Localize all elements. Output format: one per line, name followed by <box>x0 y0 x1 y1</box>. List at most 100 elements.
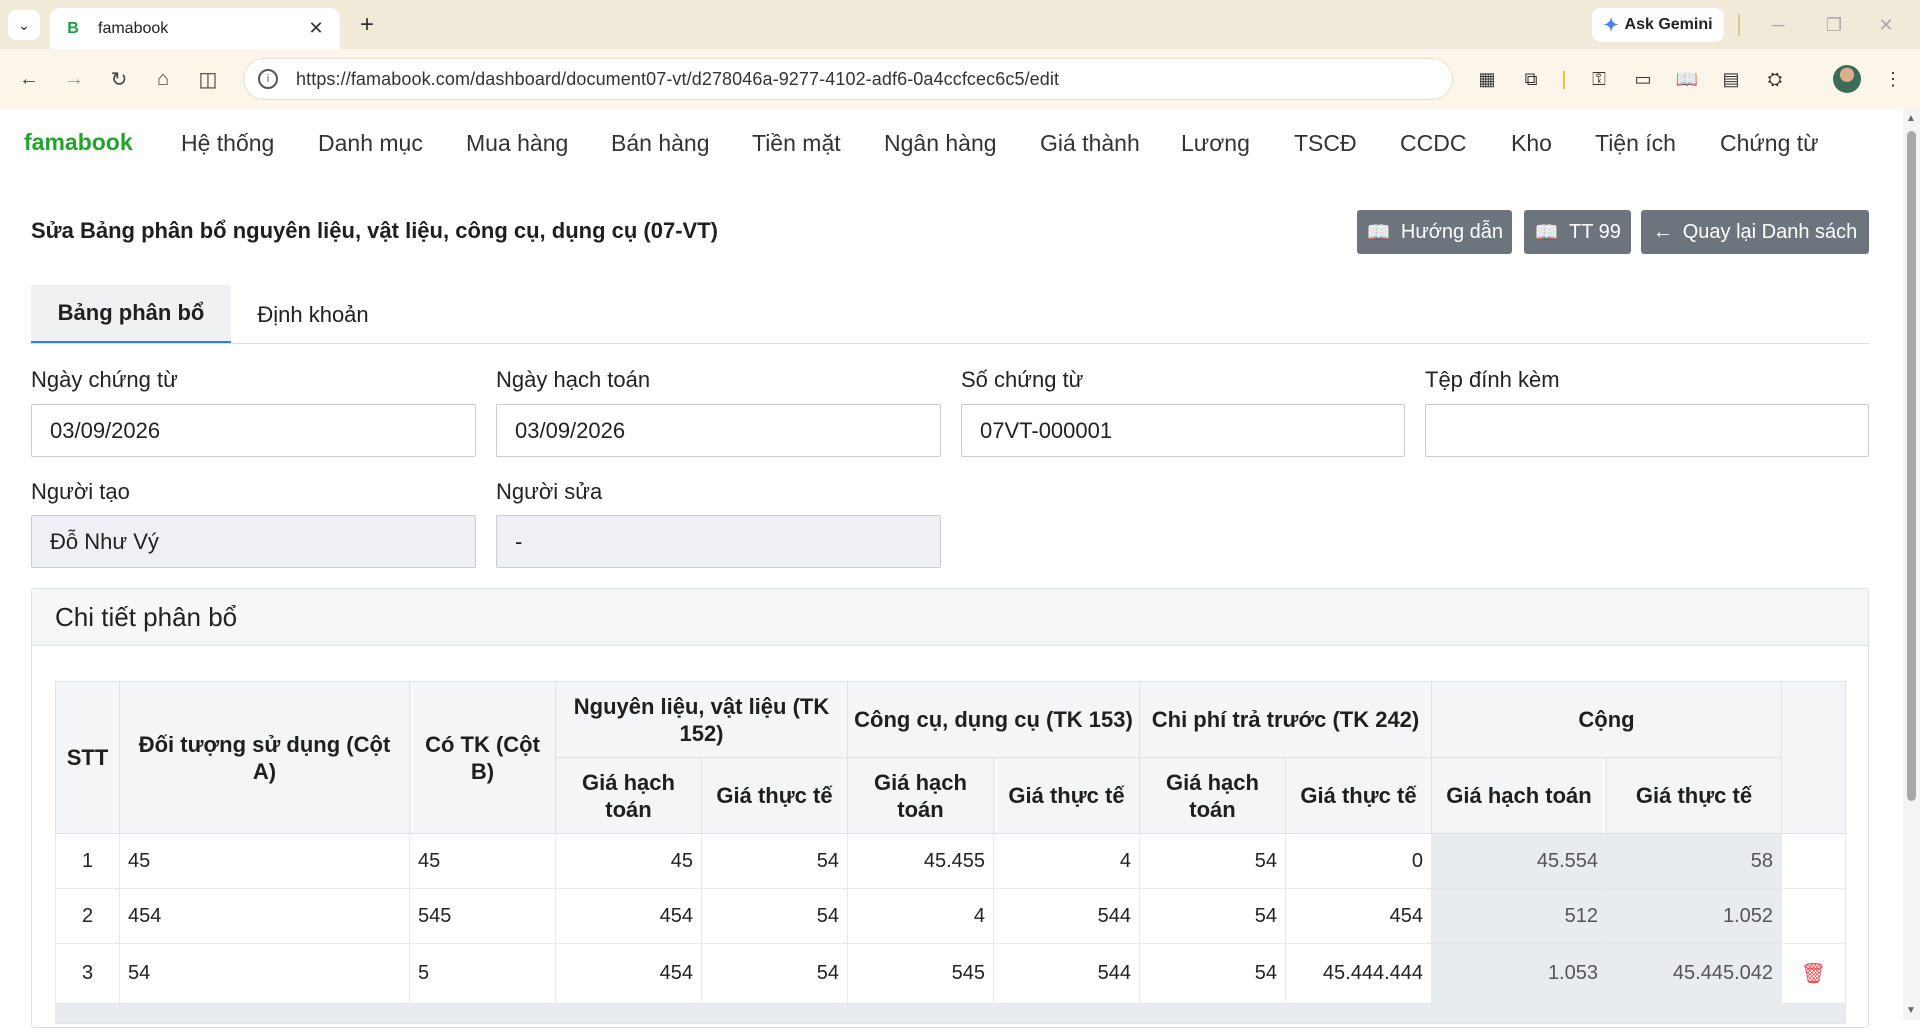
creator-label: Người tạo <box>31 479 130 504</box>
back-arrow-icon[interactable]: ← <box>14 64 44 94</box>
scroll-up-icon[interactable]: ▲ <box>1906 113 1916 124</box>
cell-planned-242[interactable]: 54 <box>1139 888 1286 944</box>
scrollbar-thumb[interactable] <box>1907 131 1916 801</box>
col-group-tk152: Nguyên liệu, vật liệu (TK 152) <box>555 681 848 758</box>
incognito-icon[interactable]: ⛭ <box>1762 66 1788 92</box>
scroll-down-icon[interactable]: ▼ <box>1906 1005 1916 1016</box>
table-icon[interactable]: ▤ <box>1718 66 1744 92</box>
cell-actual-152[interactable]: 54 <box>701 888 848 944</box>
nav-ccdc[interactable]: CCDC <box>1400 130 1466 157</box>
nav-mua-hang[interactable]: Mua hàng <box>466 130 568 157</box>
ask-gemini-label: Ask Gemini <box>1624 16 1713 33</box>
cell-actual-153[interactable]: 544 <box>993 888 1140 944</box>
card-title: Chi tiết phân bổ <box>55 602 238 632</box>
col-group-total: Cộng <box>1431 681 1782 758</box>
address-bar[interactable]: i https://famabook.com/dashboard/documen… <box>243 58 1453 100</box>
cell-planned-153[interactable]: 545 <box>847 943 994 1004</box>
brand-logo[interactable]: famabook <box>24 129 133 156</box>
col-object: Đối tượng sử dụng (Cột A) <box>119 681 410 834</box>
nav-kho[interactable]: Kho <box>1511 130 1552 157</box>
nav-ngan-hang[interactable]: Ngân hàng <box>884 130 997 157</box>
split-view-icon[interactable]: ◫ <box>193 64 223 94</box>
cell-actual-152[interactable]: 54 <box>701 943 848 1004</box>
back-to-list-button[interactable]: ← Quay lại Danh sách <box>1641 210 1869 254</box>
nav-tien-mat[interactable]: Tiền mặt <box>752 130 841 157</box>
cell-actual-242[interactable]: 45.444.444 <box>1285 943 1432 1004</box>
editor-label: Người sửa <box>496 479 603 504</box>
gemini-sparkle-icon: ✦ <box>1603 14 1619 35</box>
nav-tscd[interactable]: TSCĐ <box>1294 130 1357 157</box>
app-navbar: famabook Hệ thống Danh mục Mua hàng Bán … <box>0 109 1903 177</box>
cell-planned-153[interactable]: 4 <box>847 888 994 944</box>
post-date-field[interactable]: 03/09/2026 <box>496 404 941 457</box>
cell-planned-total: 512 <box>1431 888 1607 944</box>
post-date-label: Ngày hạch toán <box>496 367 651 392</box>
cell-planned-152[interactable]: 454 <box>555 943 702 1004</box>
nav-ban-hang[interactable]: Bán hàng <box>611 130 709 157</box>
cell-actual-153[interactable]: 544 <box>993 943 1140 1004</box>
doc-date-field[interactable]: 03/09/2026 <box>31 404 476 457</box>
cell-planned-total: 45.554 <box>1431 833 1607 889</box>
tab-bang-phan-bo[interactable]: Bảng phân bổ <box>31 285 231 344</box>
guide-button[interactable]: 📖 Hướng dẫn <box>1357 210 1512 254</box>
cell-planned-152[interactable]: 45 <box>555 833 702 889</box>
tab-dinh-khoan[interactable]: Định khoản <box>231 285 395 344</box>
cell-planned-242[interactable]: 54 <box>1139 943 1286 1004</box>
col-group-tk242: Chi phí trả trước (TK 242) <box>1139 681 1432 758</box>
cell-credit[interactable]: 5 <box>409 943 556 1004</box>
allocation-table: STT Đối tượng sử dụng (Cột A) Có TK (Cột… <box>55 681 1846 1024</box>
book-icon: 📖 <box>1534 221 1560 244</box>
close-window-button[interactable]: ✕ <box>1866 10 1906 40</box>
table-footer-row <box>55 1003 1846 1024</box>
site-info-icon[interactable]: i <box>258 69 278 89</box>
cell-planned-242[interactable]: 54 <box>1139 833 1286 889</box>
browser-tabstrip: ⌄ B famabook ✕ + ✦ Ask Gemini ─ ❐ ✕ <box>0 0 1920 49</box>
cell-planned-153[interactable]: 45.455 <box>847 833 994 889</box>
reload-icon[interactable]: ↻ <box>104 64 134 94</box>
cell-credit[interactable]: 545 <box>409 888 556 944</box>
key-icon[interactable]: ⚿ <box>1586 66 1612 92</box>
home-icon[interactable]: ⌂ <box>148 64 178 94</box>
cell-planned-152[interactable]: 454 <box>555 888 702 944</box>
nav-he-thong[interactable]: Hệ thống <box>181 130 274 157</box>
nav-gia-thanh[interactable]: Giá thành <box>1040 130 1140 157</box>
toolbar-divider <box>1563 71 1565 89</box>
new-tab-button[interactable]: + <box>352 10 382 40</box>
attachment-field[interactable] <box>1425 404 1869 457</box>
table-row: 1 45 45 45 54 45.455 4 54 0 45.554 58 <box>55 833 1846 889</box>
ask-gemini-button[interactable]: ✦ Ask Gemini <box>1592 8 1724 42</box>
forward-arrow-icon[interactable]: → <box>59 64 89 94</box>
tab-search-button[interactable]: ⌄ <box>8 10 40 40</box>
cell-actual-242[interactable]: 0 <box>1285 833 1432 889</box>
cell-credit[interactable]: 45 <box>409 833 556 889</box>
tt99-button[interactable]: 📖 TT 99 <box>1524 210 1631 254</box>
back-to-list-label: Quay lại Danh sách <box>1682 220 1858 243</box>
cell-stt: 3 <box>55 943 120 1004</box>
url-text[interactable]: https://famabook.com/dashboard/document0… <box>296 69 1059 90</box>
qr-code-icon[interactable]: ▦ <box>1474 66 1500 92</box>
restore-button[interactable]: ❐ <box>1814 10 1854 40</box>
cell-actual-242[interactable]: 454 <box>1285 888 1432 944</box>
nav-luong[interactable]: Lương <box>1181 130 1250 157</box>
minimize-button[interactable]: ─ <box>1758 10 1798 40</box>
cell-object[interactable]: 54 <box>119 943 410 1004</box>
cell-object[interactable]: 454 <box>119 888 410 944</box>
extensions-icon[interactable]: ⧉ <box>1518 66 1544 92</box>
profile-avatar[interactable] <box>1833 65 1861 93</box>
nav-chung-tu[interactable]: Chứng từ <box>1720 130 1819 157</box>
page-scrollbar[interactable]: ▲ ▼ <box>1903 109 1920 1020</box>
card-icon[interactable]: ▭ <box>1630 66 1656 92</box>
doc-no-field[interactable]: 07VT-000001 <box>961 404 1405 457</box>
cell-actual-153[interactable]: 4 <box>993 833 1140 889</box>
delete-row-button[interactable]: 🗑 <box>1781 943 1846 1004</box>
more-menu-icon[interactable]: ⋮ <box>1880 66 1906 92</box>
col-planned-152: Giá hạch toán <box>555 757 702 834</box>
col-credit-account: Có TK (Cột B) <box>409 681 556 834</box>
browser-tab[interactable]: B famabook ✕ <box>50 8 340 49</box>
nav-danh-muc[interactable]: Danh mục <box>318 130 423 157</box>
cell-object[interactable]: 45 <box>119 833 410 889</box>
nav-tien-ich[interactable]: Tiện ích <box>1595 130 1676 157</box>
cell-actual-152[interactable]: 54 <box>701 833 848 889</box>
reading-list-icon[interactable]: 📖 <box>1674 66 1700 92</box>
close-tab-icon[interactable]: ✕ <box>306 18 326 39</box>
